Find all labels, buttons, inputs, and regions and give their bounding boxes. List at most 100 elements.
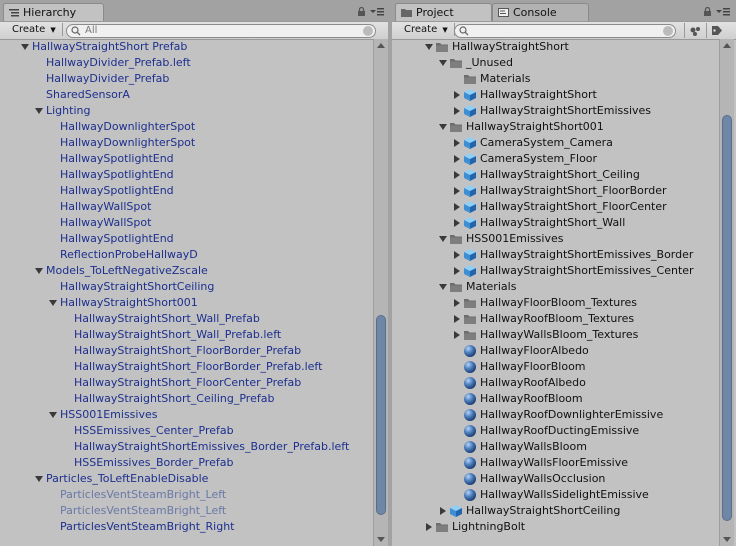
- panel-menu-icon[interactable]: [716, 7, 730, 17]
- scroll-down-icon[interactable]: [723, 537, 731, 542]
- collapsed-arrow-icon[interactable]: [454, 107, 460, 115]
- collapsed-arrow-icon[interactable]: [454, 155, 460, 163]
- hierarchy-row[interactable]: HallwayDownlighterSpot: [0, 119, 372, 135]
- expanded-arrow-icon[interactable]: [439, 236, 447, 242]
- project-row[interactable]: LightningBolt: [392, 519, 719, 535]
- project-row[interactable]: HallwayWallsFloorEmissive: [392, 455, 719, 471]
- hierarchy-row[interactable]: HallwayStraightShort_FloorBorder_Prefab: [0, 343, 372, 359]
- project-row[interactable]: HallwayFloorBloom_Textures: [392, 295, 719, 311]
- hierarchy-row[interactable]: Lighting: [0, 103, 372, 119]
- scroll-up-icon[interactable]: [377, 43, 385, 48]
- project-row[interactable]: HallwayRoofBloom: [392, 391, 719, 407]
- hierarchy-row[interactable]: HSSEmissives_Border_Prefab: [0, 455, 372, 471]
- project-row[interactable]: HallwayRoofAlbedo: [392, 375, 719, 391]
- project-row[interactable]: CameraSystem_Camera: [392, 135, 719, 151]
- project-row[interactable]: HallwayWallsSidelightEmissive: [392, 487, 719, 503]
- project-row[interactable]: HallwayStraightShortEmissives: [392, 103, 719, 119]
- scroll-down-icon[interactable]: [377, 537, 385, 542]
- project-row[interactable]: HSS001Emissives: [392, 231, 719, 247]
- hierarchy-row[interactable]: HallwaySpotlightEnd: [0, 167, 372, 183]
- hierarchy-row[interactable]: HallwayWallSpot: [0, 215, 372, 231]
- collapsed-arrow-icon[interactable]: [454, 187, 460, 195]
- project-row[interactable]: HallwayWallsOcclusion: [392, 471, 719, 487]
- hierarchy-row[interactable]: HallwayStraightShort_Wall_Prefab: [0, 311, 372, 327]
- collapsed-arrow-icon[interactable]: [454, 139, 460, 147]
- expanded-arrow-icon[interactable]: [35, 476, 43, 482]
- hierarchy-row[interactable]: Particles_ToLeftEnableDisable: [0, 471, 372, 487]
- tab-hierarchy[interactable]: Hierarchy: [3, 3, 104, 22]
- hierarchy-row[interactable]: HallwaySpotlightEnd: [0, 151, 372, 167]
- project-scroll-thumb[interactable]: [722, 115, 732, 521]
- panel-menu-icon[interactable]: [370, 7, 384, 17]
- collapsed-arrow-icon[interactable]: [454, 331, 460, 339]
- search-by-type-button[interactable]: [684, 23, 705, 38]
- hierarchy-row[interactable]: ParticlesVentSteamBright_Left: [0, 503, 372, 519]
- hierarchy-row[interactable]: HallwaySpotlightEnd: [0, 183, 372, 199]
- expanded-arrow-icon[interactable]: [35, 268, 43, 274]
- search-clear-icon[interactable]: [663, 26, 673, 36]
- tab-project[interactable]: Project: [395, 3, 492, 22]
- scroll-up-icon[interactable]: [723, 43, 731, 48]
- project-row[interactable]: HallwayFloorAlbedo: [392, 343, 719, 359]
- project-row[interactable]: HallwayWallsBloom_Textures: [392, 327, 719, 343]
- expanded-arrow-icon[interactable]: [439, 60, 447, 66]
- project-row[interactable]: _Unused: [392, 55, 719, 71]
- project-create-button[interactable]: Create ▼: [394, 23, 455, 36]
- hierarchy-scrollbar[interactable]: [373, 39, 388, 546]
- project-row[interactable]: HallwayStraightShortEmissives_Border: [392, 247, 719, 263]
- project-row[interactable]: CameraSystem_Floor: [392, 151, 719, 167]
- hierarchy-row[interactable]: HallwayStraightShort001: [0, 295, 372, 311]
- project-row[interactable]: HallwayStraightShort_Ceiling: [392, 167, 719, 183]
- collapsed-arrow-icon[interactable]: [454, 251, 460, 259]
- project-row[interactable]: HallwayRoofDownlighterEmissive: [392, 407, 719, 423]
- expanded-arrow-icon[interactable]: [35, 108, 43, 114]
- search-clear-icon[interactable]: [363, 26, 373, 36]
- hierarchy-row[interactable]: HallwayStraightShort Prefab: [0, 39, 372, 55]
- hierarchy-row[interactable]: HallwayDownlighterSpot: [0, 135, 372, 151]
- hierarchy-row[interactable]: HallwayStraightShortEmissives_Border_Pre…: [0, 439, 372, 455]
- hierarchy-row[interactable]: HallwayDivider_Prefab.left: [0, 55, 372, 71]
- expanded-arrow-icon[interactable]: [425, 44, 433, 50]
- collapsed-arrow-icon[interactable]: [454, 315, 460, 323]
- tab-console[interactable]: Console: [492, 3, 589, 21]
- project-scrollbar[interactable]: [719, 39, 734, 546]
- collapsed-arrow-icon[interactable]: [454, 203, 460, 211]
- hierarchy-row[interactable]: HSS001Emissives: [0, 407, 372, 423]
- hierarchy-scroll-thumb[interactable]: [376, 315, 386, 515]
- hierarchy-row[interactable]: HallwayStraightShortCeiling: [0, 279, 372, 295]
- hierarchy-row[interactable]: ParticlesVentSteamBright_Left: [0, 487, 372, 503]
- expanded-arrow-icon[interactable]: [439, 124, 447, 130]
- hierarchy-search-input[interactable]: All: [66, 24, 376, 38]
- project-row[interactable]: HallwayWallsBloom: [392, 439, 719, 455]
- project-row[interactable]: Materials: [392, 71, 719, 87]
- hierarchy-create-button[interactable]: Create ▼: [2, 23, 63, 36]
- expanded-arrow-icon[interactable]: [21, 44, 29, 50]
- hierarchy-row[interactable]: HallwayStraightShort_FloorBorder_Prefab.…: [0, 359, 372, 375]
- hierarchy-row[interactable]: HallwayDivider_Prefab: [0, 71, 372, 87]
- project-row[interactable]: HallwayStraightShort_FloorCenter: [392, 199, 719, 215]
- project-row[interactable]: HallwayStraightShort_FloorBorder: [392, 183, 719, 199]
- expanded-arrow-icon[interactable]: [49, 300, 57, 306]
- hierarchy-row[interactable]: HallwayWallSpot: [0, 199, 372, 215]
- project-search-input[interactable]: [454, 24, 676, 38]
- collapsed-arrow-icon[interactable]: [440, 507, 446, 515]
- expanded-arrow-icon[interactable]: [439, 284, 447, 290]
- project-row[interactable]: HallwayStraightShort: [392, 87, 719, 103]
- hierarchy-row[interactable]: HallwayStraightShort_FloorCenter_Prefab: [0, 375, 372, 391]
- project-row[interactable]: HallwayRoofBloom_Textures: [392, 311, 719, 327]
- hierarchy-row[interactable]: ParticlesVentSteamBright_Right: [0, 519, 372, 535]
- project-row[interactable]: HallwayStraightShortCeiling: [392, 503, 719, 519]
- collapsed-arrow-icon[interactable]: [454, 91, 460, 99]
- collapsed-arrow-icon[interactable]: [454, 219, 460, 227]
- collapsed-arrow-icon[interactable]: [426, 523, 432, 531]
- hierarchy-row[interactable]: SharedSensorA: [0, 87, 372, 103]
- hierarchy-row[interactable]: HallwaySpotlightEnd: [0, 231, 372, 247]
- project-row[interactable]: HallwayRoofDuctingEmissive: [392, 423, 719, 439]
- collapsed-arrow-icon[interactable]: [454, 267, 460, 275]
- project-row[interactable]: HallwayStraightShort001: [392, 119, 719, 135]
- search-by-label-button[interactable]: [706, 23, 727, 38]
- hierarchy-row[interactable]: ReflectionProbeHallwayD: [0, 247, 372, 263]
- project-row[interactable]: HallwayStraightShort_Wall: [392, 215, 719, 231]
- project-row[interactable]: HallwayStraightShort: [392, 39, 719, 55]
- hierarchy-row[interactable]: HallwayStraightShort_Wall_Prefab.left: [0, 327, 372, 343]
